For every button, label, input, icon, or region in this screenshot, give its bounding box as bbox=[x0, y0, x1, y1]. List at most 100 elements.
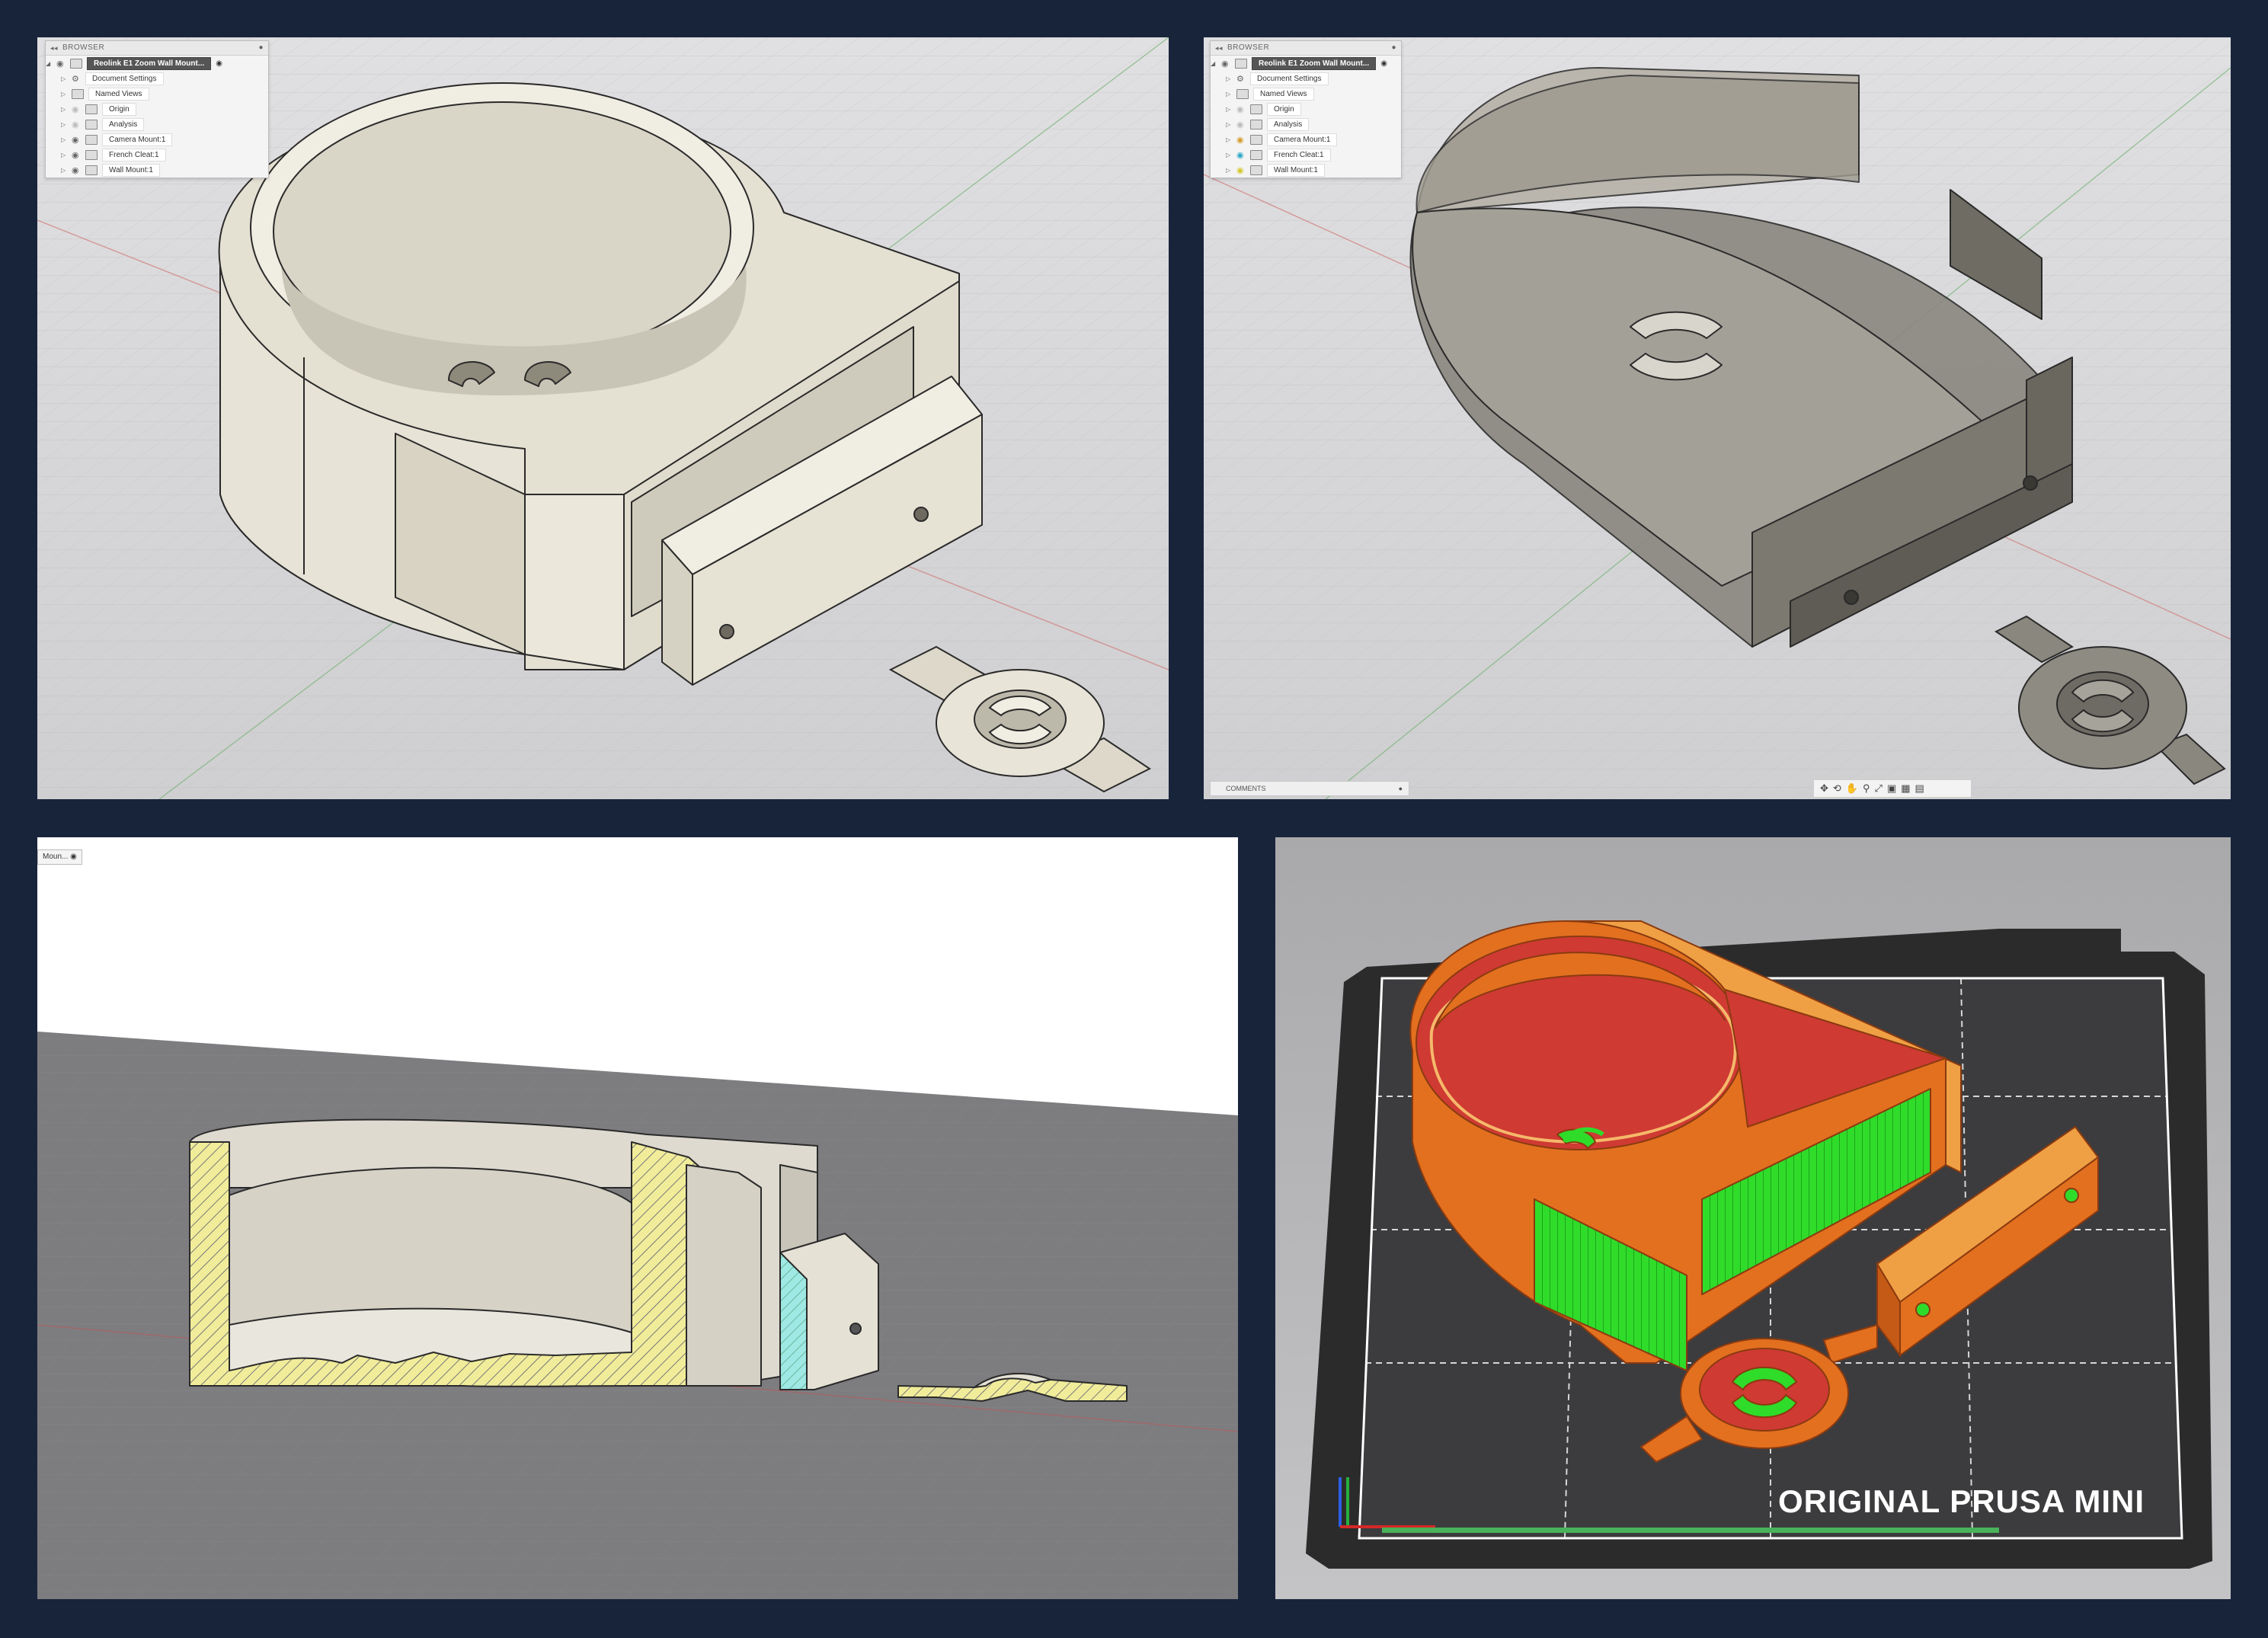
eye-icon[interactable]: ◉ bbox=[72, 120, 82, 130]
grid-icon[interactable]: ▦ bbox=[1901, 782, 1910, 795]
component-icon bbox=[1250, 134, 1262, 145]
comments-panel[interactable]: COMMENTS ● bbox=[1210, 781, 1409, 796]
zoom-icon[interactable]: ⚲ bbox=[1863, 782, 1870, 795]
navigation-toolbar: ✥ ⟲ ✋ ⚲ ⤢ ▣ ▦ ▤ bbox=[1813, 779, 1972, 798]
browser-item-named-views[interactable]: ▷ Named Views bbox=[1211, 86, 1401, 101]
panel-top-right-cad-view: ◂◂ BROWSER ● ◢ ◉ Reolink E1 Zoom Wall Mount.… bbox=[1204, 37, 2231, 799]
collapse-icon[interactable]: ◂◂ bbox=[1215, 41, 1223, 55]
gear-icon: ⚙ bbox=[72, 74, 79, 84]
browser-item-document-settings[interactable]: ▷ ⚙ Document Settings bbox=[46, 71, 268, 86]
browser-item-named-views[interactable]: ▷ Named Views bbox=[46, 86, 268, 101]
eye-icon[interactable]: ◉ bbox=[72, 135, 82, 145]
component-icon bbox=[85, 134, 98, 145]
browser-fragment[interactable]: Moun... ◉ bbox=[37, 849, 82, 865]
browser-root[interactable]: ◢ ◉ Reolink E1 Zoom Wall Mount... ◉ bbox=[1211, 56, 1401, 71]
browser-item-french-cleat[interactable]: ▷ ◉ French Cleat:1 bbox=[1211, 147, 1401, 162]
expand-triangle-icon[interactable]: ▷ bbox=[1226, 167, 1233, 174]
browser-header: BROWSER bbox=[1227, 43, 1270, 52]
activate-radio-icon[interactable]: ◉ bbox=[216, 59, 222, 68]
browser-panel: ◂◂ BROWSER ● ◢ ◉ Reolink E1 Zoom Wall Mount.… bbox=[1210, 40, 1402, 178]
component-icon bbox=[1250, 165, 1262, 175]
collapse-triangle-icon[interactable]: ◢ bbox=[46, 60, 53, 67]
document-icon bbox=[1235, 58, 1247, 69]
orbit-icon[interactable]: ⟲ bbox=[1833, 782, 1841, 795]
display-icon[interactable]: ▣ bbox=[1887, 782, 1896, 795]
browser-item-origin[interactable]: ▷ ◉ Origin bbox=[1211, 101, 1401, 117]
pan-icon[interactable]: ✋ bbox=[1846, 782, 1858, 795]
eye-icon[interactable]: ◉ bbox=[56, 59, 67, 69]
eye-icon[interactable]: ◉ bbox=[1236, 104, 1247, 114]
browser-item-label: Camera Mount:1 bbox=[102, 133, 173, 146]
viewport-canvas[interactable] bbox=[37, 837, 1238, 1599]
expand-triangle-icon[interactable]: ▷ bbox=[61, 91, 69, 98]
expand-triangle-icon[interactable]: ▷ bbox=[61, 75, 69, 82]
browser-item-analysis[interactable]: ▷ ◉ Analysis bbox=[1211, 117, 1401, 132]
expand-triangle-icon[interactable]: ▷ bbox=[1226, 91, 1233, 98]
eye-icon[interactable]: ◉ bbox=[72, 165, 82, 175]
browser-item-wall-mount[interactable]: ▷ ◉ Wall Mount:1 bbox=[46, 162, 268, 178]
eye-icon[interactable]: ◉ bbox=[1236, 150, 1247, 160]
browser-item-label: Origin bbox=[102, 102, 136, 116]
browser-item-origin[interactable]: ▷ ◉ Origin bbox=[46, 101, 268, 117]
browser-item-label: Origin bbox=[1267, 102, 1301, 116]
folder-icon bbox=[85, 104, 98, 114]
expand-triangle-icon[interactable]: ▷ bbox=[61, 152, 69, 158]
browser-item-label: French Cleat:1 bbox=[102, 148, 166, 162]
expand-triangle-icon[interactable]: ▷ bbox=[1226, 152, 1233, 158]
browser-item-wall-mount[interactable]: ▷ ◉ Wall Mount:1 bbox=[1211, 162, 1401, 178]
browser-item-label: Wall Mount:1 bbox=[1267, 163, 1325, 177]
folder-icon bbox=[1250, 104, 1262, 114]
browser-item-analysis[interactable]: ▷ ◉ Analysis bbox=[46, 117, 268, 132]
component-icon bbox=[85, 149, 98, 160]
eye-icon[interactable]: ◉ bbox=[1236, 120, 1247, 130]
browser-item-label: Camera Mount:1 bbox=[1267, 133, 1338, 146]
expand-triangle-icon[interactable]: ▷ bbox=[61, 167, 69, 174]
browser-item-label: Named Views bbox=[88, 87, 149, 101]
expand-triangle-icon[interactable]: ▷ bbox=[61, 136, 69, 143]
fit-icon[interactable]: ⤢ bbox=[1875, 782, 1883, 795]
component-icon bbox=[1250, 149, 1262, 160]
browser-item-document-settings[interactable]: ▷ ⚙ Document Settings bbox=[1211, 71, 1401, 86]
eye-icon[interactable]: ◉ bbox=[1221, 59, 1232, 69]
pin-icon[interactable]: ● bbox=[258, 41, 264, 55]
eye-icon[interactable]: ◉ bbox=[1236, 135, 1247, 145]
panel-bottom-left-section-view: Moun... ◉ bbox=[37, 837, 1238, 1599]
expand-triangle-icon[interactable]: ▷ bbox=[61, 106, 69, 113]
viewports-icon[interactable]: ▤ bbox=[1915, 782, 1924, 795]
pin-icon[interactable]: ● bbox=[1391, 41, 1396, 55]
browser-panel: ◂◂ BROWSER ● ◢ ◉ Reolink E1 Zoom Wall Mount.… bbox=[45, 40, 269, 178]
collapse-icon[interactable]: ◂◂ bbox=[50, 41, 58, 55]
browser-item-camera-mount[interactable]: ▷ ◉ Camera Mount:1 bbox=[1211, 132, 1401, 147]
gear-icon: ⚙ bbox=[1236, 74, 1244, 84]
folder-icon bbox=[85, 119, 98, 130]
panel-top-left-cad-view: ◂◂ BROWSER ● ◢ ◉ Reolink E1 Zoom Wall Mount.… bbox=[37, 37, 1169, 799]
activate-radio-icon[interactable]: ◉ bbox=[70, 853, 77, 861]
activate-radio-icon[interactable]: ◉ bbox=[1380, 59, 1387, 68]
browser-root[interactable]: ◢ ◉ Reolink E1 Zoom Wall Mount... ◉ bbox=[46, 56, 268, 71]
eye-icon[interactable]: ◉ bbox=[72, 150, 82, 160]
add-comment-icon[interactable]: ● bbox=[1399, 782, 1403, 795]
eye-icon[interactable]: ◉ bbox=[1236, 165, 1247, 175]
eye-icon[interactable]: ◉ bbox=[72, 104, 82, 114]
browser-item-label: Named Views bbox=[1253, 87, 1314, 101]
expand-triangle-icon[interactable]: ▷ bbox=[1226, 136, 1233, 143]
expand-triangle-icon[interactable]: ▷ bbox=[61, 121, 69, 128]
folder-icon bbox=[1236, 88, 1249, 99]
printer-label: ORIGINAL PRUSA MINI bbox=[1778, 1483, 2145, 1519]
expand-triangle-icon[interactable]: ▷ bbox=[1226, 106, 1233, 113]
folder-icon bbox=[72, 88, 84, 99]
browser-item-french-cleat[interactable]: ▷ ◉ French Cleat:1 bbox=[46, 147, 268, 162]
browser-item-label: Analysis bbox=[102, 117, 145, 131]
browser-item-camera-mount[interactable]: ▷ ◉ Camera Mount:1 bbox=[46, 132, 268, 147]
browser-header: BROWSER bbox=[62, 43, 105, 52]
browser-root-label: Reolink E1 Zoom Wall Mount... bbox=[87, 56, 212, 70]
browser-item-label: Document Settings bbox=[1250, 72, 1329, 85]
expand-triangle-icon[interactable]: ▷ bbox=[1226, 121, 1233, 128]
browser-item-label: French Cleat:1 bbox=[1267, 148, 1331, 162]
expand-triangle-icon[interactable]: ▷ bbox=[1226, 75, 1233, 82]
comments-label: COMMENTS bbox=[1226, 785, 1266, 792]
collapse-triangle-icon[interactable]: ◢ bbox=[1211, 60, 1218, 67]
move-icon[interactable]: ✥ bbox=[1820, 782, 1828, 795]
browser-item-label: Wall Mount:1 bbox=[102, 163, 160, 177]
folder-icon bbox=[1250, 119, 1262, 130]
